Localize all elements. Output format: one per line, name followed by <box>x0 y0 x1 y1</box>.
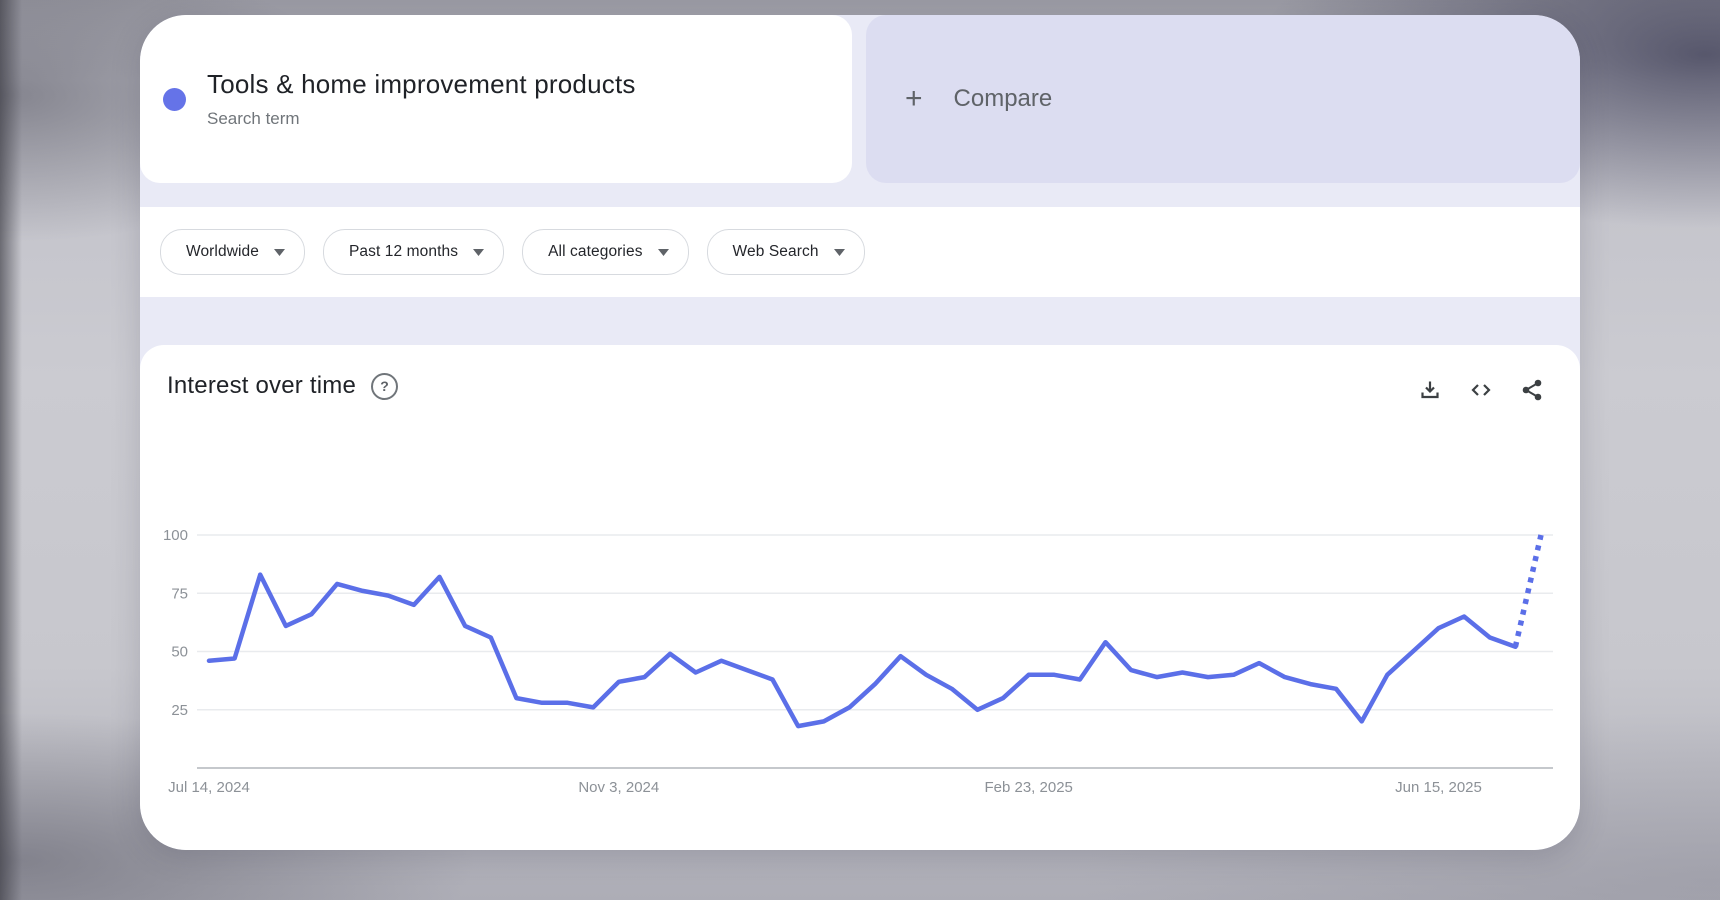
chevron-down-icon <box>833 248 845 256</box>
trends-explore-panel: Tools & home improvement products Search… <box>140 15 1580 850</box>
chevron-down-icon <box>473 248 485 256</box>
svg-text:100: 100 <box>163 527 188 544</box>
chevron-down-icon <box>273 248 285 256</box>
category-filter-dropdown[interactable]: All categories <box>522 229 689 275</box>
compare-label: Compare <box>953 85 1053 112</box>
svg-text:Feb 23, 2025: Feb 23, 2025 <box>984 779 1072 796</box>
compare-card[interactable]: + Compare <box>866 15 1580 183</box>
help-icon[interactable]: ? <box>371 372 399 400</box>
category-filter-label: All categories <box>548 243 643 260</box>
svg-text:Jul 14, 2024: Jul 14, 2024 <box>168 779 250 796</box>
filter-bar: Worldwide Past 12 months All categories … <box>140 207 1580 297</box>
svg-text:25: 25 <box>171 702 188 719</box>
svg-text:50: 50 <box>171 644 188 661</box>
search-type-filter-label: Web Search <box>732 243 819 260</box>
region-filter-dropdown[interactable]: Worldwide <box>160 229 305 275</box>
time-range-filter-dropdown[interactable]: Past 12 months <box>322 229 505 275</box>
embed-icon[interactable] <box>1469 378 1493 402</box>
search-term-title: Tools & home improvement products <box>207 69 636 99</box>
svg-text:75: 75 <box>171 585 188 602</box>
svg-text:Jun 15, 2025: Jun 15, 2025 <box>1395 779 1482 796</box>
search-term-card[interactable]: Tools & home improvement products Search… <box>140 15 852 183</box>
series-color-dot <box>163 87 186 111</box>
section-title: Interest over time <box>167 372 357 399</box>
svg-text:Nov 3, 2024: Nov 3, 2024 <box>578 779 659 796</box>
interest-over-time-chart[interactable]: 25 50 75 100 Jul 14, 2024 Nov 3, 2024 Feb 23, … <box>140 345 1580 850</box>
search-type-filter-dropdown[interactable]: Web Search <box>706 229 865 275</box>
region-filter-label: Worldwide <box>186 243 259 260</box>
search-term-subtitle: Search term <box>207 109 300 128</box>
plus-icon: + <box>905 82 923 115</box>
share-icon[interactable] <box>1520 378 1544 402</box>
download-icon[interactable] <box>1418 378 1442 402</box>
interest-over-time-card: 25 50 75 100 Jul 14, 2024 Nov 3, 2024 Feb 23, … <box>140 345 1580 850</box>
time-range-filter-label: Past 12 months <box>348 243 459 260</box>
chevron-down-icon <box>657 248 669 256</box>
